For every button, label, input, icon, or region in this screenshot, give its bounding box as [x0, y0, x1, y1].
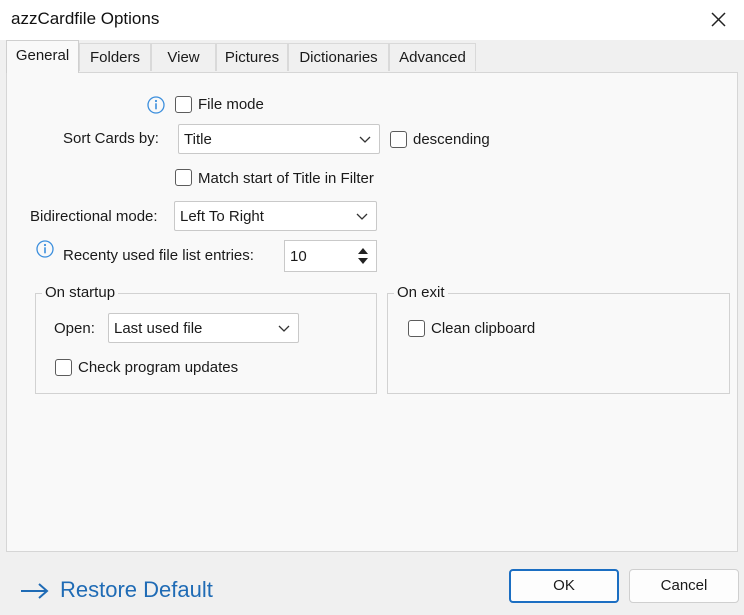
check-updates-label: Check program updates	[78, 359, 239, 376]
file-mode-checkbox[interactable]	[175, 96, 192, 113]
chevron-down-icon	[359, 136, 371, 143]
descending-label: descending	[413, 131, 490, 148]
tab-general[interactable]: General	[6, 40, 79, 73]
info-icon[interactable]	[36, 240, 54, 258]
open-value: Last used file	[114, 320, 203, 337]
clean-clipboard-label: Clean clipboard	[431, 320, 536, 337]
info-icon[interactable]	[147, 96, 165, 114]
tab-pictures[interactable]: Pictures	[216, 43, 288, 71]
startup-group: On startup	[35, 284, 377, 394]
sort-cards-value: Title	[184, 131, 212, 148]
sort-cards-label: Sort Cards by:	[63, 130, 159, 147]
exit-group-title: On exit	[394, 284, 448, 301]
title-bar: azzCardfile Options	[0, 0, 744, 40]
bidi-mode-label: Bidirectional mode:	[30, 208, 158, 225]
check-updates-checkbox[interactable]	[55, 359, 72, 376]
close-icon[interactable]	[704, 6, 732, 34]
file-mode-label: File mode	[198, 96, 264, 113]
chevron-down-icon	[278, 325, 290, 332]
exit-group: On exit	[387, 284, 730, 394]
restore-default-label: Restore Default	[60, 577, 213, 602]
open-select[interactable]: Last used file	[108, 313, 299, 343]
match-start-checkbox[interactable]	[175, 169, 192, 186]
sort-cards-select[interactable]: Title	[178, 124, 380, 154]
clean-clipboard-checkbox[interactable]	[408, 320, 425, 337]
chevron-down-icon	[356, 213, 368, 220]
bidi-mode-select[interactable]: Left To Right	[174, 201, 377, 231]
tab-folders[interactable]: Folders	[79, 43, 151, 71]
arrow-right-icon	[21, 583, 49, 599]
recent-entries-value: 10	[290, 248, 307, 265]
cancel-button[interactable]: Cancel	[629, 569, 739, 603]
recent-entries-label: Recenty used file list entries:	[63, 247, 254, 264]
match-start-label: Match start of Title in Filter	[198, 170, 374, 187]
spinner-arrows-icon[interactable]	[353, 243, 373, 269]
tab-dictionaries[interactable]: Dictionaries	[288, 43, 389, 71]
window-title: azzCardfile Options	[11, 9, 160, 28]
tab-view[interactable]: View	[151, 43, 216, 71]
tab-advanced[interactable]: Advanced	[389, 43, 476, 71]
startup-group-title: On startup	[42, 284, 119, 301]
ok-button[interactable]: OK	[509, 569, 619, 603]
bidi-mode-value: Left To Right	[180, 208, 264, 225]
descending-checkbox[interactable]	[390, 131, 407, 148]
open-label: Open:	[54, 320, 95, 337]
recent-entries-spinner[interactable]: 10	[284, 240, 377, 272]
